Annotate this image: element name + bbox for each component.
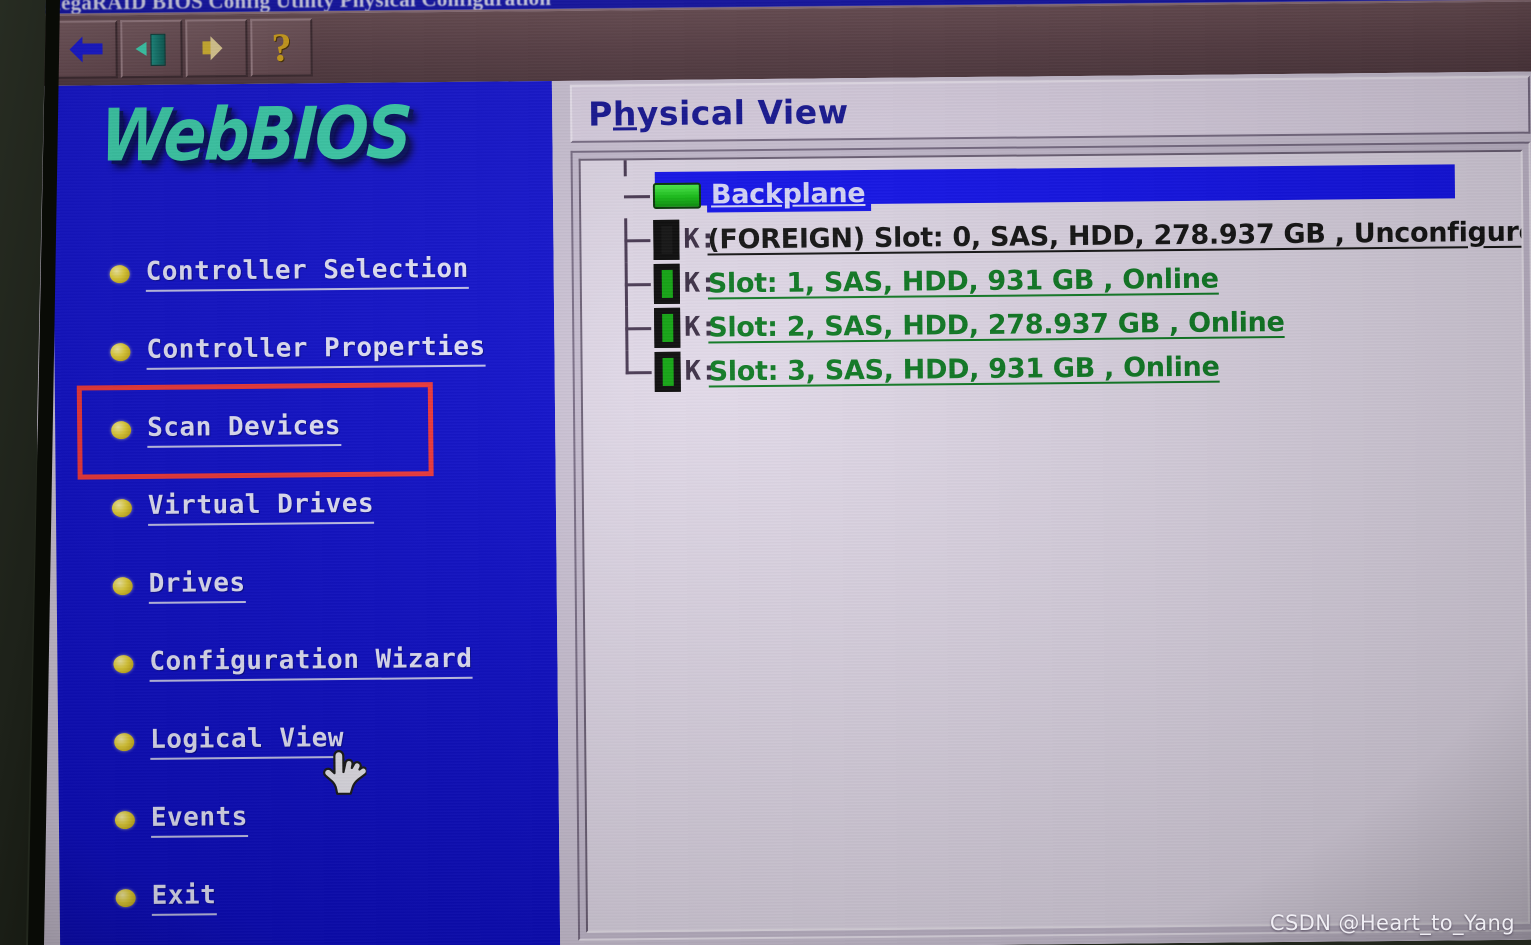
- sidebar-item-controller-selection[interactable]: Controller Selection: [53, 231, 554, 314]
- bullet-icon: [115, 889, 136, 908]
- back-button[interactable]: [55, 20, 118, 79]
- tree-row-drive[interactable]: K: Slot: 3, SAS, HDD, 931 GB , Online: [620, 342, 1522, 395]
- sidebar-item-logical-view[interactable]: Logical View: [58, 699, 559, 782]
- bullet-icon: [113, 655, 134, 674]
- drive-offline-icon: [653, 219, 680, 261]
- photographed-monitor: MegaRAID BIOS Config Utility Physical Co…: [0, 0, 1531, 945]
- webbios-logo: WebBIOS: [98, 90, 413, 178]
- bullet-icon: [109, 265, 130, 284]
- sidebar-item-label: Events: [150, 801, 249, 838]
- bullet-icon: [111, 421, 132, 440]
- drive-connector-icon: K:: [684, 355, 718, 387]
- drive-online-icon: [653, 263, 681, 305]
- tree-label-drive: Slot: 2, SAS, HDD, 278.937 GB , Online: [708, 306, 1285, 344]
- sidebar-item-controller-properties[interactable]: Controller Properties: [54, 309, 555, 392]
- tree-elbow: [619, 152, 653, 218]
- sidebar: WebBIOS Controller Selection Controller …: [51, 81, 561, 945]
- tree-label-drive: Slot: 3, SAS, HDD, 931 GB , Online: [708, 351, 1220, 388]
- sidebar-item-events[interactable]: Events: [59, 777, 560, 860]
- drive-online-icon: [654, 307, 681, 349]
- tree-elbow: [619, 218, 653, 263]
- tree-label-drive: Slot: 1, SAS, HDD, 931 GB , Online: [707, 263, 1219, 300]
- sidebar-menu: Controller Selection Controller Properti…: [53, 231, 560, 938]
- back-arrow-icon: [69, 36, 103, 62]
- tree-label-backplane: Backplane: [706, 177, 872, 213]
- backplane-icon: [652, 182, 702, 210]
- physical-view-header: Physical View: [569, 75, 1531, 143]
- tree-elbow: [620, 306, 654, 351]
- sidebar-item-label: Controller Selection: [145, 253, 469, 292]
- tree-elbow: [620, 262, 654, 307]
- speaker-icon: [200, 35, 232, 61]
- help-button[interactable]: ?: [250, 18, 313, 77]
- sidebar-item-scan-devices[interactable]: Scan Devices: [55, 387, 556, 470]
- sidebar-item-configuration-wizard[interactable]: Configuration Wizard: [57, 621, 558, 704]
- sidebar-item-label: Scan Devices: [147, 410, 342, 448]
- bullet-icon: [114, 733, 135, 752]
- sidebar-item-virtual-drives[interactable]: Virtual Drives: [56, 465, 557, 548]
- tree-label-drive: (FOREIGN) Slot: 0, SAS, HDD, 278.937 GB …: [707, 215, 1530, 256]
- sidebar-item-exit[interactable]: Exit: [59, 855, 560, 938]
- app-body: WebBIOS Controller Selection Controller …: [37, 71, 1531, 945]
- page-title-accelerator: h: [612, 93, 638, 133]
- exit-button[interactable]: [120, 19, 183, 79]
- exit-door-icon: [135, 34, 167, 64]
- sidebar-item-label: Exit: [151, 879, 217, 916]
- main-content: Physical View Backplane K: (FOREIGN) Slo…: [551, 71, 1531, 945]
- watermark: CSDN @Heart_to_Yang: [1269, 911, 1515, 935]
- bios-screen: MegaRAID BIOS Config Utility Physical Co…: [33, 0, 1531, 945]
- drive-connector-icon: K:: [683, 223, 717, 255]
- drive-online-icon: [654, 351, 681, 393]
- sidebar-item-label: Virtual Drives: [147, 488, 375, 526]
- tree-elbow: [620, 350, 654, 394]
- question-mark-icon: ?: [271, 24, 292, 70]
- bullet-icon: [111, 499, 133, 518]
- sidebar-item-label: Drives: [148, 567, 246, 604]
- device-tree: Backplane K: (FOREIGN) Slot: 0, SAS, HDD…: [578, 149, 1530, 933]
- sidebar-item-label: Controller Properties: [146, 331, 486, 370]
- sidebar-item-drives[interactable]: Drives: [56, 543, 557, 626]
- sidebar-item-label: Logical View: [150, 722, 345, 760]
- page-title: Physical View: [587, 91, 849, 134]
- bullet-icon: [112, 577, 133, 596]
- device-tree-panel: Backplane K: (FOREIGN) Slot: 0, SAS, HDD…: [570, 141, 1531, 941]
- bullet-icon: [114, 811, 136, 830]
- drive-connector-icon: K:: [683, 267, 717, 299]
- sidebar-item-label: Configuration Wizard: [149, 643, 473, 682]
- sound-button[interactable]: [185, 18, 248, 78]
- bullet-icon: [110, 343, 131, 362]
- drive-connector-icon: K:: [684, 311, 717, 343]
